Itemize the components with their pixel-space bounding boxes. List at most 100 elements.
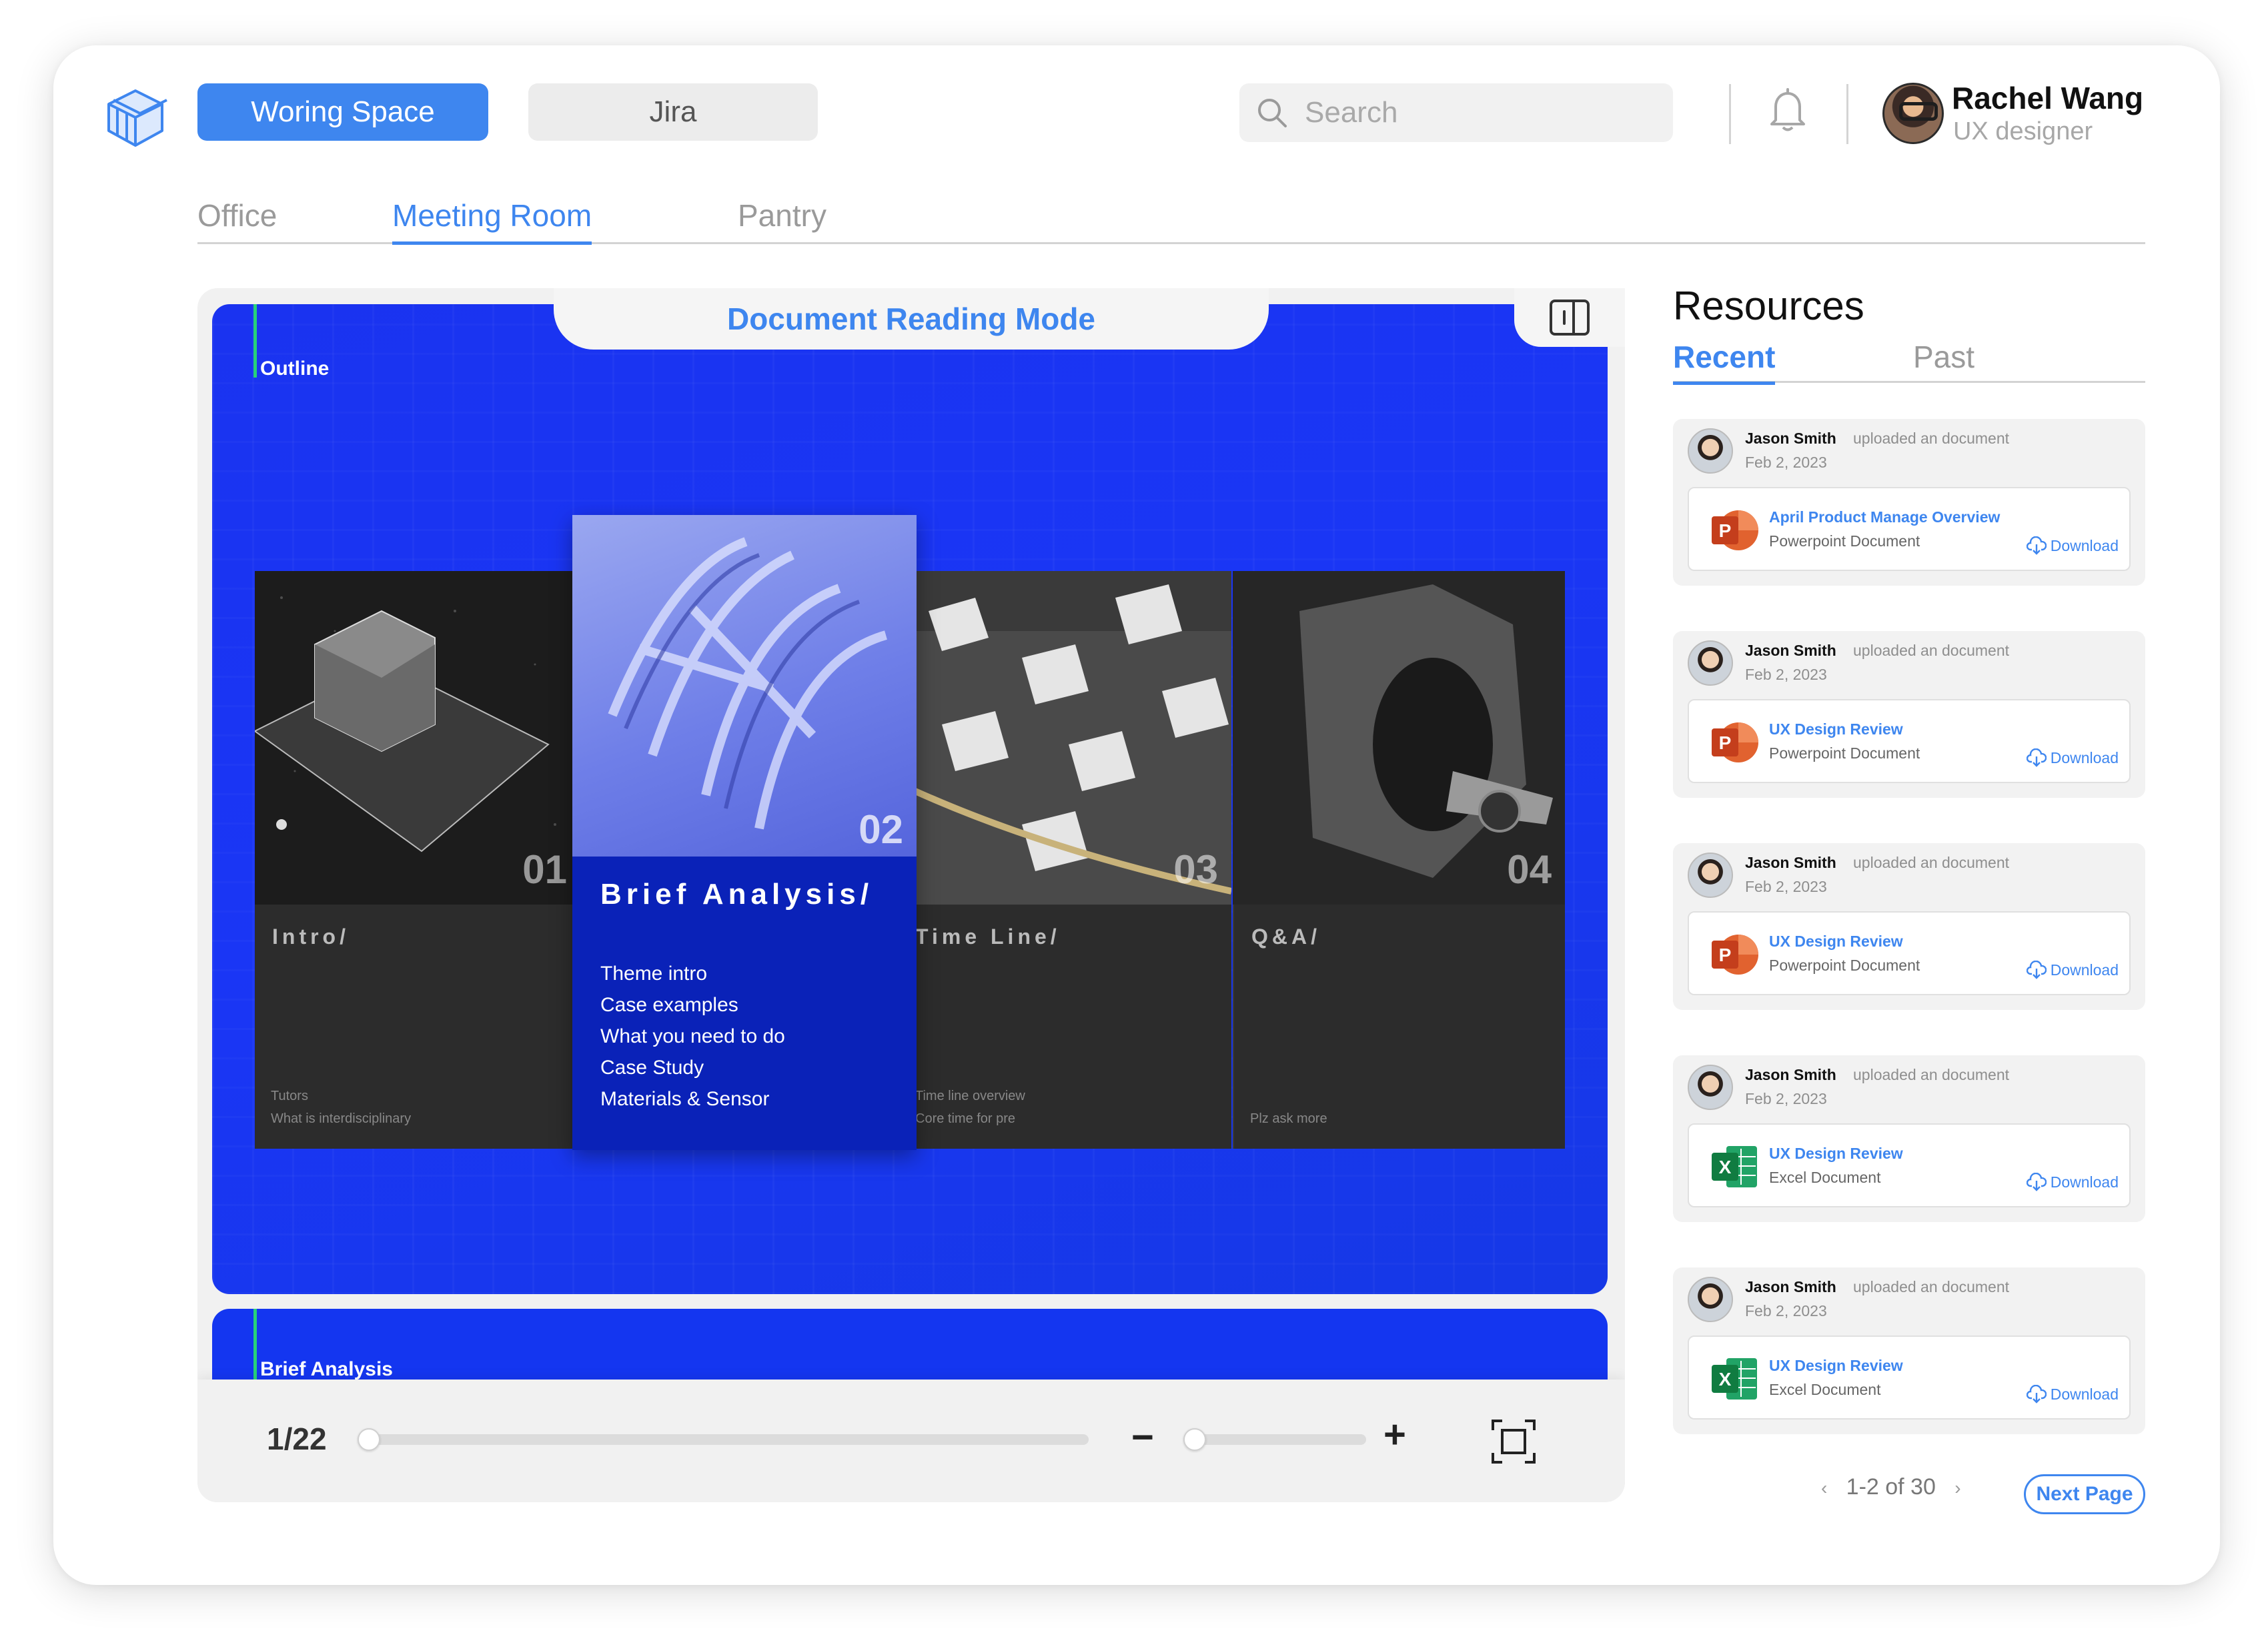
uploader-name: Jason Smith bbox=[1745, 430, 1836, 447]
uploader-name: Jason Smith bbox=[1745, 642, 1836, 659]
workspace-button[interactable]: Woring Space bbox=[197, 83, 488, 141]
download-link[interactable]: Download bbox=[2026, 961, 2119, 979]
uploader-name: Jason Smith bbox=[1745, 1278, 1836, 1295]
page-indicator: 1/22 bbox=[267, 1422, 327, 1456]
page-slider[interactable] bbox=[358, 1428, 1089, 1451]
resource-item[interactable]: Jason Smith uploaded an document Feb 2, 20… bbox=[1673, 1055, 2145, 1222]
svg-text:P: P bbox=[1719, 945, 1732, 965]
panel-line: Case Study bbox=[600, 1057, 704, 1079]
panel-line: Tutors bbox=[271, 1089, 308, 1103]
uploader-name: Jason Smith bbox=[1745, 854, 1836, 871]
uploader-avatar bbox=[1688, 853, 1733, 898]
panel-toggle-button[interactable] bbox=[1514, 288, 1625, 347]
document-card[interactable]: X UX Design Review Excel Document Download bbox=[1688, 1335, 2131, 1420]
user-avatar[interactable] bbox=[1882, 83, 1944, 144]
uploader-avatar bbox=[1688, 1277, 1733, 1322]
document-card[interactable]: X UX Design Review Excel Document Download bbox=[1688, 1123, 2131, 1207]
document-card[interactable]: P UX Design Review Powerpoint Document Down… bbox=[1688, 911, 2131, 995]
tab-pantry[interactable]: Pantry bbox=[738, 197, 826, 241]
zoom-slider[interactable] bbox=[1183, 1428, 1366, 1451]
svg-text:P: P bbox=[1719, 732, 1732, 753]
jira-button[interactable]: Jira bbox=[528, 83, 818, 141]
upload-date: Feb 2, 2023 bbox=[1745, 454, 1827, 471]
pagination: ‹ 1-2 of 30 › bbox=[1821, 1474, 1961, 1500]
tab-office[interactable]: Office bbox=[197, 197, 277, 241]
tab-recent[interactable]: Recent bbox=[1673, 339, 1776, 385]
tab-past[interactable]: Past bbox=[1913, 339, 1974, 382]
panel-number: 04 bbox=[1507, 847, 1552, 892]
panel-number: 03 bbox=[1173, 847, 1218, 892]
slide-outline-label: Outline bbox=[260, 358, 330, 380]
panel-title: Time Line/ bbox=[915, 925, 1061, 949]
panel-03-image: 03 bbox=[915, 571, 1231, 905]
panel-04-body[interactable]: Q&A/ Plz ask more bbox=[1233, 905, 1565, 1149]
download-cloud-icon bbox=[2026, 748, 2047, 767]
fit-screen-icon[interactable] bbox=[1490, 1418, 1537, 1465]
room-tabs: Office Meeting Room Pantry bbox=[197, 197, 2145, 245]
panel-03-body[interactable]: Time Line/ Time line overview Core time … bbox=[915, 905, 1231, 1149]
page-slider-handle[interactable] bbox=[358, 1428, 380, 1451]
upload-action: uploaded an document bbox=[1853, 1278, 2010, 1295]
search-box[interactable] bbox=[1239, 83, 1673, 142]
panel-line: Case examples bbox=[600, 994, 738, 1016]
panel-01-body[interactable]: Intro/ Tutors What is interdisciplinary bbox=[255, 905, 574, 1149]
document-card[interactable]: P April Product Manage Overview Powerpoint… bbox=[1688, 487, 2131, 571]
download-link[interactable]: Download bbox=[2026, 1173, 2119, 1191]
document-title[interactable]: April Product Manage Overview bbox=[1769, 508, 2000, 526]
slide-outline[interactable]: Outline 01 Intro/ Tutors What is interdi… bbox=[212, 304, 1608, 1294]
prev-page-icon[interactable]: ‹ bbox=[1821, 1478, 1827, 1498]
panel-line: Plz ask more bbox=[1250, 1111, 1327, 1126]
zoom-slider-handle[interactable] bbox=[1183, 1428, 1206, 1451]
panel-line: Core time for pre bbox=[915, 1111, 1016, 1126]
document-title[interactable]: UX Design Review bbox=[1769, 720, 1903, 738]
document-card[interactable]: P UX Design Review Powerpoint Document Down… bbox=[1688, 699, 2131, 783]
next-page-icon[interactable]: › bbox=[1954, 1478, 1960, 1498]
document-type: Powerpoint Document bbox=[1769, 957, 1920, 974]
download-cloud-icon bbox=[2026, 1173, 2047, 1191]
document-title[interactable]: UX Design Review bbox=[1769, 1357, 1903, 1375]
document-title[interactable]: UX Design Review bbox=[1769, 933, 1903, 951]
svg-text:X: X bbox=[1719, 1369, 1732, 1390]
powerpoint-icon: P bbox=[1712, 722, 1758, 762]
panel-02-image: 02 bbox=[572, 515, 917, 857]
search-input[interactable] bbox=[1305, 96, 1652, 129]
download-cloud-icon bbox=[2026, 961, 2047, 979]
panel-02-card[interactable]: 02 Brief Analysis/ Theme intro Case exam… bbox=[572, 515, 917, 1150]
panel-line: Theme intro bbox=[600, 963, 708, 985]
panel-line: Materials & Sensor bbox=[600, 1088, 770, 1110]
download-link[interactable]: Download bbox=[2026, 748, 2119, 767]
header-divider bbox=[1846, 84, 1848, 144]
sidebar-toggle-icon bbox=[1550, 300, 1590, 336]
panel-title: Brief Analysis/ bbox=[600, 878, 874, 911]
resources-title: Resources bbox=[1673, 284, 1864, 328]
powerpoint-icon: P bbox=[1712, 935, 1758, 975]
download-link[interactable]: Download bbox=[2026, 1385, 2119, 1404]
download-link[interactable]: Download bbox=[2026, 536, 2119, 555]
uploader-avatar bbox=[1688, 640, 1733, 686]
svg-text:P: P bbox=[1719, 520, 1732, 541]
resource-item[interactable]: Jason Smith uploaded an document Feb 2, 20… bbox=[1673, 419, 2145, 586]
app-logo-icon[interactable] bbox=[99, 84, 172, 157]
bell-icon[interactable] bbox=[1769, 87, 1806, 133]
panel-line: Time line overview bbox=[915, 1089, 1025, 1103]
panel-title: Intro/ bbox=[272, 925, 350, 949]
header-divider bbox=[1729, 84, 1731, 144]
download-cloud-icon bbox=[2026, 1385, 2047, 1404]
zoom-out-button[interactable]: − bbox=[1131, 1418, 1154, 1457]
user-name: Rachel Wang bbox=[1952, 81, 2144, 115]
upload-action: uploaded an document bbox=[1853, 1066, 2010, 1083]
tab-meeting-room[interactable]: Meeting Room bbox=[392, 197, 592, 245]
document-type: Powerpoint Document bbox=[1769, 532, 1920, 550]
upload-action: uploaded an document bbox=[1853, 854, 2010, 871]
search-icon bbox=[1258, 99, 1287, 127]
upload-action: uploaded an document bbox=[1853, 642, 2010, 659]
panel-04-image: 04 bbox=[1233, 571, 1565, 905]
resource-item[interactable]: Jason Smith uploaded an document Feb 2, 20… bbox=[1673, 843, 2145, 1010]
resource-item[interactable]: Jason Smith uploaded an document Feb 2, 20… bbox=[1673, 631, 2145, 798]
download-cloud-icon bbox=[2026, 536, 2047, 555]
next-page-button[interactable]: Next Page bbox=[2024, 1474, 2145, 1514]
resource-item[interactable]: Jason Smith uploaded an document Feb 2, 20… bbox=[1673, 1267, 2145, 1434]
panel-01-image: 01 bbox=[255, 571, 574, 905]
zoom-in-button[interactable]: + bbox=[1383, 1416, 1406, 1454]
document-title[interactable]: UX Design Review bbox=[1769, 1145, 1903, 1163]
